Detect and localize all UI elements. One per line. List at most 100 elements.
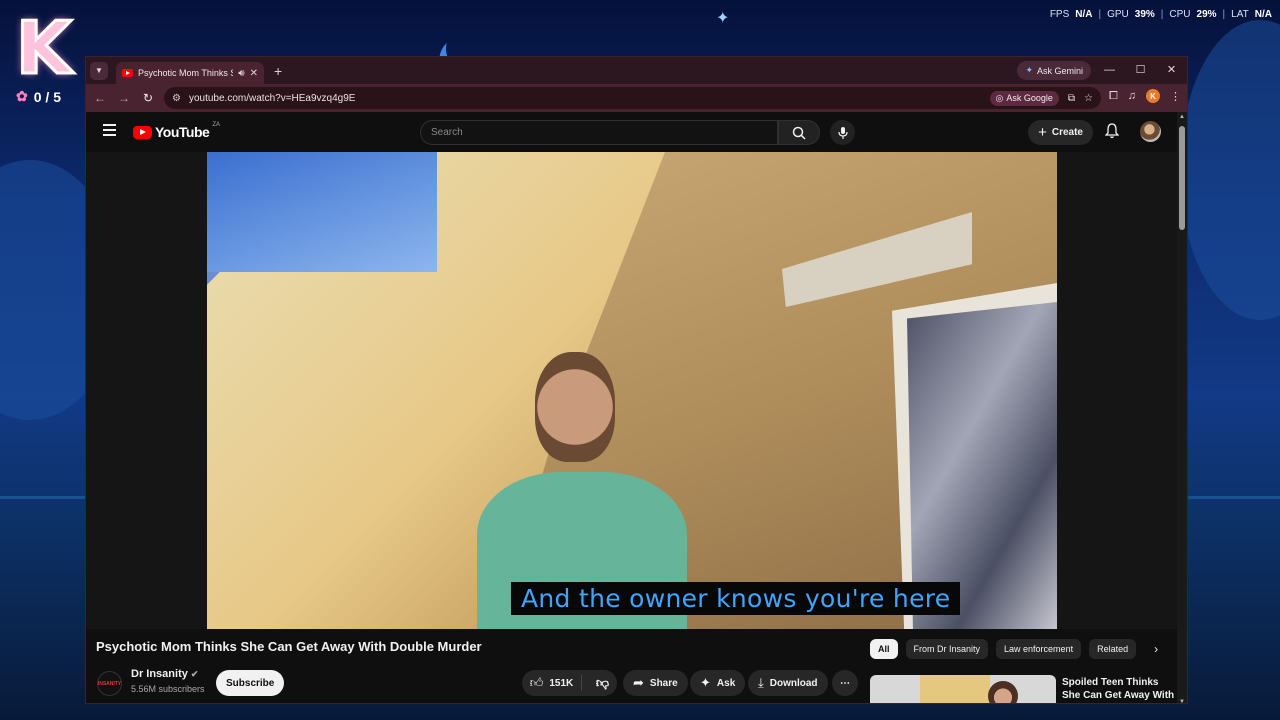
lat-value: N/A	[1254, 9, 1272, 20]
ask-label: Ask	[716, 677, 736, 689]
page-scrollbar[interactable]: ▲ ▼	[1177, 112, 1187, 703]
toolbar-actions: ⧠ ♫ K ⋮	[1109, 89, 1181, 103]
scroll-up-arrow-icon[interactable]: ▲	[1179, 114, 1185, 120]
like-dislike-group: 👍︎ 151K 👎︎	[522, 670, 617, 696]
install-app-icon[interactable]: ⧉	[1068, 93, 1075, 104]
video-caption: And the owner knows you're here	[511, 582, 961, 615]
separator: |	[1098, 9, 1102, 20]
hamburger-menu-icon[interactable]	[103, 124, 116, 136]
more-horizontal-icon: ⋯	[840, 677, 850, 689]
desktop-counter: ✿ 0 / 5	[16, 88, 61, 105]
share-button[interactable]: ➦ Share	[623, 670, 688, 696]
thumbs-down-icon: 👎︎	[595, 675, 610, 690]
separator: |	[1222, 9, 1226, 20]
verified-check-icon: ✔	[190, 669, 199, 679]
speaker-icon[interactable]: 🔊︎	[238, 68, 244, 79]
search-input[interactable]: Search	[420, 120, 778, 145]
plus-icon: +	[1038, 124, 1047, 141]
recommendation-thumbnail[interactable]	[870, 675, 1056, 703]
gpu-value: 39%	[1134, 9, 1155, 20]
account-avatar[interactable]	[1140, 121, 1161, 142]
star-icon: ✦	[716, 10, 730, 27]
thumbs-up-icon: 👍︎	[529, 675, 544, 690]
scroll-down-arrow-icon[interactable]: ▼	[1179, 699, 1185, 703]
create-button[interactable]: + Create	[1028, 120, 1093, 145]
masthead: YouTube ZA Search + Create	[86, 112, 1187, 152]
desktop-logo: K	[14, 7, 84, 90]
notifications-bell-icon[interactable]	[1104, 123, 1120, 144]
recommendation-title[interactable]: Spoiled Teen Thinks She Can Get Away Wit…	[1062, 676, 1178, 703]
video-door-glass	[907, 302, 1057, 629]
chip-from-channel[interactable]: From Dr Insanity	[905, 639, 989, 659]
cpu-value: 29%	[1196, 9, 1217, 20]
gemini-sparkle-icon: ✦	[1025, 65, 1033, 75]
chip-law-enforcement[interactable]: Law enforcement	[996, 639, 1082, 659]
toolbar: ← → ↻ ⚙ youtube.com/watch?v=HEa9vzq4g9E …	[86, 84, 1187, 112]
back-icon[interactable]: ←	[88, 91, 112, 105]
close-tab-icon[interactable]: ✕	[250, 68, 258, 79]
new-tab-button[interactable]: +	[274, 63, 282, 79]
flower-icon: ✿	[16, 88, 28, 104]
browser-window: ▼ Psychotic Mom Thinks She Can Get Away …	[85, 56, 1188, 704]
youtube-play-icon	[133, 125, 152, 139]
close-window-icon[interactable]: ✕	[1156, 57, 1187, 84]
subscriber-count: 5.56M subscribers	[131, 684, 205, 694]
counter-text: 0 / 5	[33, 88, 61, 105]
like-button[interactable]: 👍︎ 151K	[522, 675, 582, 691]
reload-icon[interactable]: ↻	[136, 91, 160, 105]
tab-bar: ▼ Psychotic Mom Thinks She Can Get Away …	[86, 57, 1187, 84]
subscribe-button[interactable]: Subscribe	[216, 670, 285, 696]
voice-search-button[interactable]	[830, 120, 855, 145]
sparkle-icon: ✦	[700, 675, 711, 690]
channel-avatar[interactable]: INSANITY	[97, 671, 122, 696]
download-icon: ⤓	[758, 675, 764, 690]
chevron-right-icon[interactable]: ›	[1154, 642, 1158, 656]
ask-gemini-button[interactable]: ✦ Ask Gemini	[1017, 61, 1091, 80]
search-button[interactable]	[778, 120, 820, 145]
youtube-logo[interactable]: YouTube ZA	[133, 122, 220, 140]
site-info-icon[interactable]: ⚙	[172, 93, 181, 104]
ask-google-label: Ask Google	[1006, 93, 1053, 103]
tab-title: Psychotic Mom Thinks She Can Get Away Wi…	[138, 68, 233, 78]
cpu-label: CPU	[1169, 9, 1191, 20]
channel-name-row[interactable]: Dr Insanity ✔	[131, 668, 198, 680]
maximize-icon[interactable]: ☐	[1125, 57, 1156, 84]
ask-google-button[interactable]: ◎ Ask Google	[989, 90, 1059, 106]
ask-button[interactable]: ✦ Ask	[690, 670, 746, 696]
tab-search-button[interactable]: ▼	[90, 61, 108, 80]
video-frame[interactable]: And the owner knows you're here	[207, 152, 1057, 629]
media-controls-icon[interactable]: ♫	[1128, 90, 1136, 102]
extensions-icon[interactable]: ⧠	[1109, 90, 1118, 103]
wallpaper-cloud	[1180, 20, 1280, 320]
youtube-favicon-icon	[122, 69, 133, 77]
address-bar[interactable]: ⚙ youtube.com/watch?v=HEa9vzq4g9E ◎ Ask …	[164, 87, 1101, 109]
search-icon	[792, 126, 806, 140]
video-player[interactable]: And the owner knows you're here	[86, 152, 1179, 629]
minimize-icon[interactable]: —	[1094, 57, 1125, 84]
lat-label: LAT	[1231, 9, 1249, 20]
ask-gemini-label: Ask Gemini	[1036, 65, 1083, 76]
share-arrow-icon: ➦	[633, 675, 644, 690]
channel-name[interactable]: Dr Insanity	[131, 668, 188, 680]
thumbnail-face	[988, 681, 1018, 703]
bookmark-star-icon[interactable]: ☆	[1084, 93, 1093, 104]
gpu-label: GPU	[1107, 9, 1129, 20]
dislike-button[interactable]: 👎︎	[588, 675, 617, 691]
tab-active[interactable]: Psychotic Mom Thinks She Can Get Away Wi…	[116, 62, 264, 84]
url-text[interactable]: youtube.com/watch?v=HEa9vzq4g9E	[189, 93, 356, 104]
omnibox-actions: ◎ Ask Google ⧉ ☆	[989, 90, 1093, 106]
thumbnail-wall	[920, 675, 990, 703]
fps-label: FPS	[1049, 9, 1070, 20]
fps-value: N/A	[1075, 9, 1093, 20]
microphone-icon	[837, 126, 848, 139]
menu-kebab-icon[interactable]: ⋮	[1170, 90, 1181, 103]
below-player: Psychotic Mom Thinks She Can Get Away Wi…	[86, 629, 1187, 703]
download-button[interactable]: ⤓ Download	[748, 670, 828, 696]
chip-related[interactable]: Related	[1089, 639, 1137, 659]
download-label: Download	[769, 677, 818, 689]
chip-all[interactable]: All	[870, 639, 898, 659]
profile-avatar[interactable]: K	[1146, 89, 1160, 103]
forward-icon[interactable]: →	[112, 91, 136, 105]
scrollbar-thumb[interactable]	[1179, 126, 1185, 230]
more-actions-button[interactable]: ⋯	[832, 670, 858, 696]
